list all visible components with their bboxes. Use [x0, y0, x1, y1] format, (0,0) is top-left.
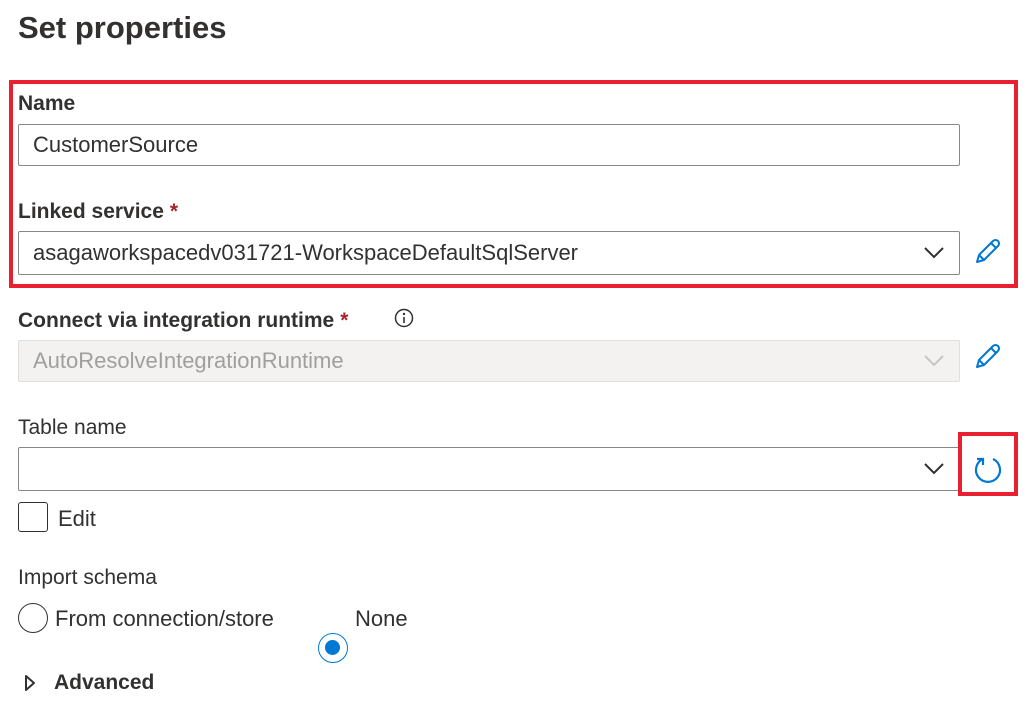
- import-schema-label: Import schema: [18, 566, 157, 589]
- info-icon-button[interactable]: [393, 307, 415, 329]
- integration-runtime-value: AutoResolveIntegrationRuntime: [33, 348, 344, 373]
- edit-integration-runtime-button[interactable]: [970, 338, 1006, 374]
- required-mark: *: [169, 200, 179, 223]
- page-title: Set properties: [18, 10, 227, 45]
- table-name-dropdown[interactable]: [18, 447, 960, 491]
- info-icon: [394, 308, 414, 328]
- refresh-icon: [974, 457, 1002, 483]
- chevron-down-icon: [924, 355, 944, 367]
- chevron-down-icon: [924, 463, 944, 475]
- name-label-text: Name: [18, 92, 76, 115]
- refresh-button[interactable]: [968, 450, 1008, 490]
- triangle-right-icon: [25, 675, 35, 691]
- pencil-edit-icon: [976, 343, 1001, 368]
- radio-from-connection-store[interactable]: [18, 603, 48, 633]
- required-mark: *: [340, 309, 349, 332]
- linked-service-dropdown[interactable]: asagaworkspacedv031721-WorkspaceDefaultS…: [18, 231, 960, 275]
- table-name-label: Table name: [18, 416, 127, 439]
- linked-service-label-text: Linked service: [18, 200, 164, 223]
- name-input[interactable]: CustomerSource: [18, 124, 960, 166]
- edit-checkbox[interactable]: [18, 502, 48, 532]
- advanced-expander[interactable]: [18, 670, 42, 696]
- name-label: Name: [18, 92, 75, 116]
- advanced-label[interactable]: Advanced: [54, 671, 154, 695]
- radio-none-label: None: [355, 606, 408, 631]
- name-input-value: CustomerSource: [33, 132, 199, 157]
- edit-linked-service-button[interactable]: [970, 233, 1006, 269]
- radio-from-connection-store-label: From connection/store: [55, 606, 274, 631]
- radio-none[interactable]: [318, 633, 348, 663]
- integration-runtime-dropdown: AutoResolveIntegrationRuntime: [18, 340, 960, 382]
- integration-runtime-label: Connect via integration runtime *: [18, 309, 348, 333]
- linked-service-value: asagaworkspacedv031721-WorkspaceDefaultS…: [33, 240, 579, 265]
- integration-runtime-label-text: Connect via integration runtime: [18, 309, 335, 332]
- linked-service-label: Linked service *: [18, 200, 178, 224]
- pencil-edit-icon: [976, 238, 1001, 263]
- edit-checkbox-label: Edit: [58, 506, 96, 531]
- chevron-down-icon: [924, 247, 944, 259]
